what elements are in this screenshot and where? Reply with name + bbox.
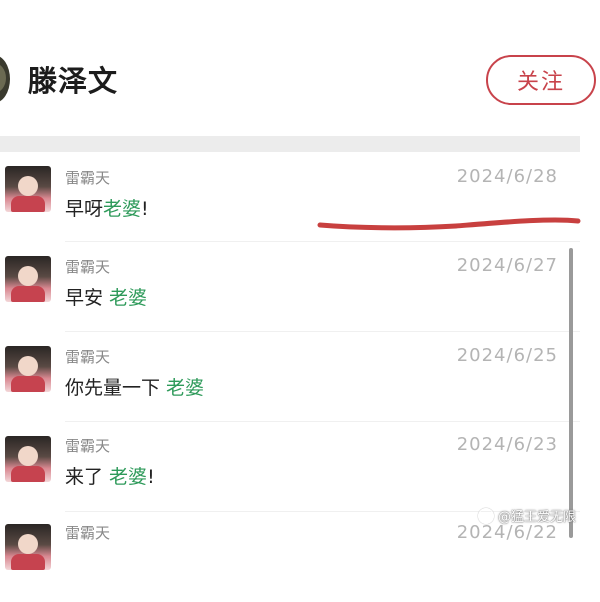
item-username: 雷霸天: [65, 437, 111, 455]
watermark-icon: [478, 507, 494, 524]
item-date: 2024/6/25: [456, 345, 558, 366]
message-keyword: 老婆: [166, 377, 205, 399]
list-item[interactable]: 雷霸天 2024/6/22: [0, 512, 580, 602]
item-username: 雷霸天: [65, 348, 111, 366]
item-username: 雷霸天: [65, 258, 111, 276]
item-message: 早呀老婆!: [65, 194, 149, 221]
list-item[interactable]: 雷霸天 2024/6/23 来了 老婆!: [0, 422, 580, 512]
item-username: 雷霸天: [65, 524, 111, 542]
item-message: 早安 老婆: [65, 283, 147, 310]
item-message: 来了 老婆!: [65, 462, 155, 489]
list-item[interactable]: 雷霸天 2024/6/27 早安 老婆: [0, 242, 580, 332]
message-text: 来了: [65, 466, 110, 488]
item-message: 你先量一下 老婆: [65, 373, 204, 400]
follow-button[interactable]: 关注: [486, 55, 596, 105]
profile-header: 滕泽文 关注: [0, 0, 600, 135]
user-avatar[interactable]: [5, 166, 51, 212]
message-suffix: !: [141, 198, 149, 220]
user-avatar[interactable]: [5, 256, 51, 302]
message-text: 你先量一下: [65, 377, 167, 399]
section-divider: [0, 136, 580, 152]
user-avatar[interactable]: [5, 524, 51, 570]
profile-avatar[interactable]: [0, 55, 10, 103]
message-text: 早安: [65, 287, 110, 309]
red-underline-annotation: [317, 217, 581, 231]
item-date: 2024/6/28: [456, 166, 558, 187]
list-item[interactable]: 雷霸天 2024/6/25 你先量一下 老婆: [0, 332, 580, 422]
message-keyword: 老婆: [109, 287, 148, 309]
watermark: @猛王爱无限: [478, 506, 576, 525]
item-username: 雷霸天: [65, 169, 111, 187]
user-avatar[interactable]: [5, 346, 51, 392]
message-text: 早呀: [65, 198, 104, 220]
message-keyword: 老婆: [103, 198, 142, 220]
user-avatar[interactable]: [5, 436, 51, 482]
item-date: 2024/6/22: [456, 522, 558, 543]
profile-name: 滕泽文: [28, 64, 119, 98]
watermark-text: @猛王爱无限: [498, 510, 577, 525]
item-date: 2024/6/27: [456, 255, 558, 276]
scrollbar[interactable]: [569, 248, 573, 538]
message-suffix: !: [147, 466, 155, 488]
message-keyword: 老婆: [109, 466, 148, 488]
item-date: 2024/6/23: [456, 434, 558, 455]
